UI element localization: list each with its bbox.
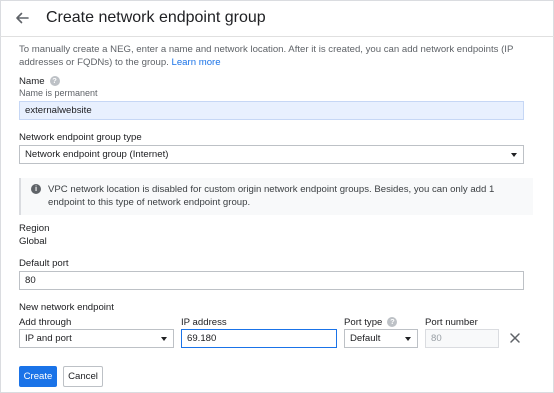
add-through-selected-value: IP and port	[25, 333, 72, 344]
port-type-select[interactable]: Default	[344, 329, 418, 348]
help-icon[interactable]: ?	[387, 317, 398, 328]
back-arrow-icon[interactable]	[12, 8, 32, 28]
create-button[interactable]: Create	[19, 366, 57, 387]
chevron-down-icon	[405, 337, 411, 341]
port-type-label: Port type?	[344, 317, 398, 328]
port-number-label: Port number	[425, 317, 478, 328]
info-icon: i	[31, 184, 41, 194]
help-icon[interactable]: ?	[49, 76, 60, 87]
add-through-select[interactable]: IP and port	[19, 329, 174, 348]
name-input[interactable]: externalwebsite	[19, 101, 524, 120]
chevron-down-icon	[161, 337, 167, 341]
ip-address-input[interactable]: 69.180	[181, 329, 337, 348]
ip-address-label: IP address	[181, 317, 227, 328]
new-endpoint-label: New network endpoint	[19, 302, 114, 313]
learn-more-link[interactable]: Learn more	[172, 57, 221, 68]
neg-type-label: Network endpoint group type	[19, 132, 142, 143]
cancel-button[interactable]: Cancel	[63, 366, 103, 387]
intro-text: To manually create a NEG, enter a name a…	[19, 43, 539, 69]
name-label-text: Name	[19, 76, 45, 87]
name-label: Name?	[19, 76, 60, 87]
default-port-input[interactable]: 80	[19, 271, 524, 290]
neg-type-select[interactable]: Network endpoint group (Internet)	[19, 145, 524, 164]
info-banner: i VPC network location is disabled for c…	[19, 178, 533, 215]
port-type-label-text: Port type	[344, 317, 383, 328]
close-icon[interactable]	[508, 331, 522, 345]
neg-type-selected-value: Network endpoint group (Internet)	[25, 149, 169, 160]
chevron-down-icon	[511, 153, 517, 157]
info-text: VPC network location is disabled for cus…	[48, 184, 495, 208]
port-type-selected-value: Default	[350, 333, 381, 344]
port-number-input: 80	[425, 329, 499, 348]
page-title: Create network endpoint group	[46, 9, 266, 26]
intro-description: To manually create a NEG, enter a name a…	[19, 44, 514, 68]
add-through-label: Add through	[19, 317, 72, 328]
default-port-label: Default port	[19, 258, 69, 269]
region-value: Global	[19, 236, 47, 247]
name-sublabel: Name is permanent	[19, 88, 98, 98]
region-label: Region	[19, 223, 50, 234]
page-header: Create network endpoint group	[0, 0, 554, 37]
